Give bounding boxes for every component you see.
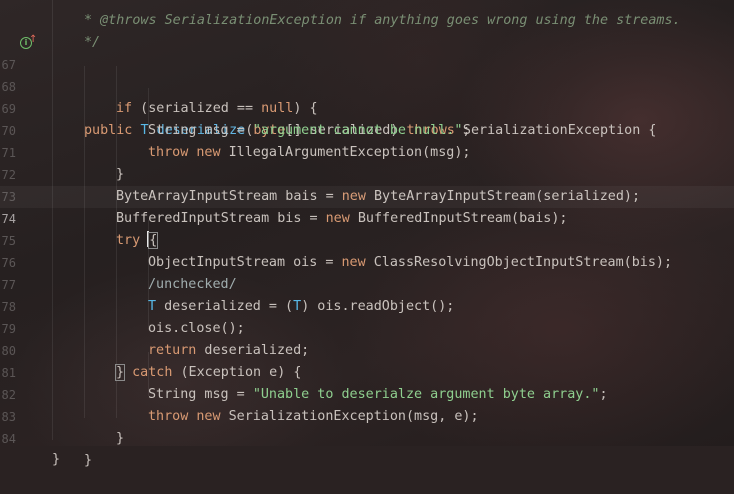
current-code-line[interactable]: 74 try { xyxy=(0,186,734,249)
code-line[interactable]: 75 ObjectInputStream ois = new ClassReso… xyxy=(0,208,734,270)
code-line[interactable]: 77 T deserialized = (T) ois.readObject()… xyxy=(0,252,734,314)
code-line[interactable]: 67 i ↑ public T deserialize(byte[] seria… xyxy=(0,32,734,139)
code-line[interactable]: 79 return deserialized; xyxy=(0,296,734,358)
closing-brace: } xyxy=(84,453,93,468)
code-line[interactable]: 82 throw new SerializationException(msg,… xyxy=(0,362,734,424)
code-line[interactable]: 70 throw new IllegalArgumentException(ms… xyxy=(0,98,734,160)
code-line[interactable]: */ xyxy=(0,10,734,50)
class-closing-brace: } xyxy=(52,452,61,467)
code-line[interactable]: 81 String msg = "Unable to deserialze ar… xyxy=(0,340,734,402)
code-line[interactable]: 84 } xyxy=(0,406,734,468)
code-line[interactable]: 68 if (serialized == null) { xyxy=(0,54,734,116)
code-line[interactable]: 78 ois.close(); xyxy=(0,274,734,336)
code-line[interactable]: 80 } catch (Exception e) { xyxy=(0,318,734,381)
code-line[interactable]: * @throws SerializationException if anyt… xyxy=(0,0,734,28)
code-line[interactable]: 71 } xyxy=(0,120,734,182)
code-line[interactable]: 72 ByteArrayInputStream bais = new ByteA… xyxy=(0,142,734,204)
code-line[interactable]: 73 BufferedInputStream bis = new Buffere… xyxy=(0,164,734,226)
code-line[interactable]: 69 String msg = "argument cannot be null… xyxy=(0,76,734,138)
override-arrow-icon[interactable]: ↑ xyxy=(29,35,37,45)
code-line[interactable]: 83 } xyxy=(0,384,734,446)
code-line[interactable]: 76 /unchecked/ xyxy=(0,230,734,292)
